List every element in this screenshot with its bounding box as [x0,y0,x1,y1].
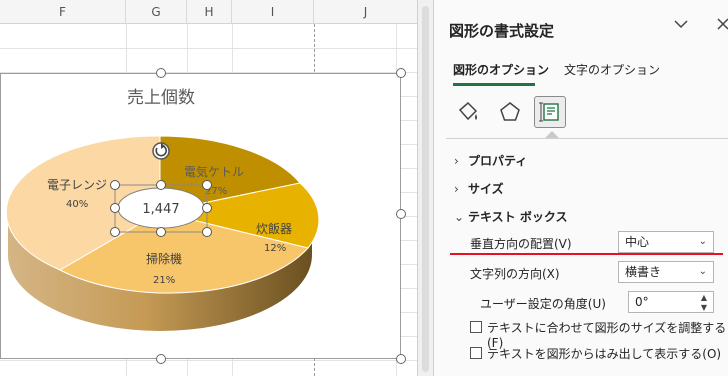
label-vacuum-name: 掃除機 [146,251,182,266]
chart-resize-handle[interactable] [396,354,406,364]
label-rice-name: 炊飯器 [256,221,292,236]
vertical-alignment-value: 中心 [625,235,650,249]
vertical-alignment-dropdown[interactable]: 中心 ⌄ [618,231,714,253]
section-size-label: サイズ [468,182,504,196]
resize-handle[interactable] [110,227,120,237]
custom-angle-spinner[interactable]: 0° ▲ ▼ [628,291,714,313]
chart-resize-handle[interactable] [156,354,166,364]
resize-handle[interactable] [202,227,212,237]
tab-shape-options[interactable]: 図形のオプション [453,61,549,78]
overflow-text-checkbox[interactable] [470,347,482,359]
text-direction-dropdown[interactable]: 横書き ⌄ [618,261,714,283]
chevron-down-icon: ⌄ [454,210,465,224]
effects-pentagon-icon[interactable] [494,96,526,128]
resize-handle[interactable] [156,227,166,237]
chevron-down-icon: ⌄ [698,236,707,247]
chart-resize-handle[interactable] [156,68,166,78]
chevron-right-icon: › [454,182,459,196]
chart-resize-handle[interactable] [396,68,406,78]
tab-text-options[interactable]: 文字のオプション [564,61,660,78]
resize-handle[interactable] [202,180,212,190]
resize-handle[interactable] [110,203,120,213]
text-direction-value: 横書き [625,265,662,279]
section-text-box[interactable]: ⌄ テキスト ボックス [454,208,567,225]
chart-resize-handle[interactable] [396,209,406,219]
chevron-down-icon: ⌄ [698,266,707,277]
section-properties-label: プロパティ [468,154,528,168]
pie-chart-3d[interactable]: 電気ケトル 27% 炊飯器 12% 掃除機 21% 電子レンジ 40% 1,44… [0,0,417,376]
active-tab-indicator [453,83,535,86]
vertical-scrollbar-thumb[interactable] [422,6,429,372]
resize-shape-checkbox[interactable] [470,321,482,333]
annotation-underline [450,253,723,255]
size-properties-icon[interactable] [534,96,566,128]
format-shape-pane: 図形の書式設定 図形のオプション 文字のオプション › プロパティ › サイズ ⌄ テ… [434,0,728,376]
spinner-arrows-icon: ▲ ▼ [700,293,707,312]
label-vacuum-percent: 21% [153,275,175,286]
fill-line-icon[interactable] [452,96,484,128]
chevron-down-icon[interactable] [674,18,688,33]
custom-angle-label: ユーザー設定の角度(U) [480,297,606,311]
chevron-right-icon: › [454,154,459,168]
section-size[interactable]: › サイズ [454,180,504,197]
text-direction-label: 文字列の方向(X) [470,267,560,281]
resize-handle[interactable] [110,180,120,190]
custom-angle-value: 0° [635,295,649,309]
resize-handle[interactable] [202,203,212,213]
label-microwave-name: 電子レンジ [47,178,107,192]
vertical-alignment-label: 垂直方向の配置(V) [470,237,572,251]
label-microwave-percent: 40% [66,199,88,210]
overflow-text-label[interactable]: テキストを図形からはみ出して表示する(O) [487,345,721,362]
pane-divider [446,138,728,139]
selected-icon-pointer [545,131,559,138]
close-icon[interactable] [717,15,728,34]
label-rice-percent: 12% [264,243,286,254]
worksheet-area[interactable]: F G H I J 売上個数 電気ケトル 27% 炊飯器 12% 掃除機 21%… [0,0,417,376]
pane-title: 図形の書式設定 [449,22,555,40]
section-text-box-label: テキスト ボックス [468,210,568,224]
resize-handle[interactable] [156,180,166,190]
textbox-value[interactable]: 1,447 [142,202,179,217]
pane-splitter[interactable] [417,0,434,376]
label-kettle-name: 電気ケトル [184,164,244,179]
section-properties[interactable]: › プロパティ [454,152,527,169]
